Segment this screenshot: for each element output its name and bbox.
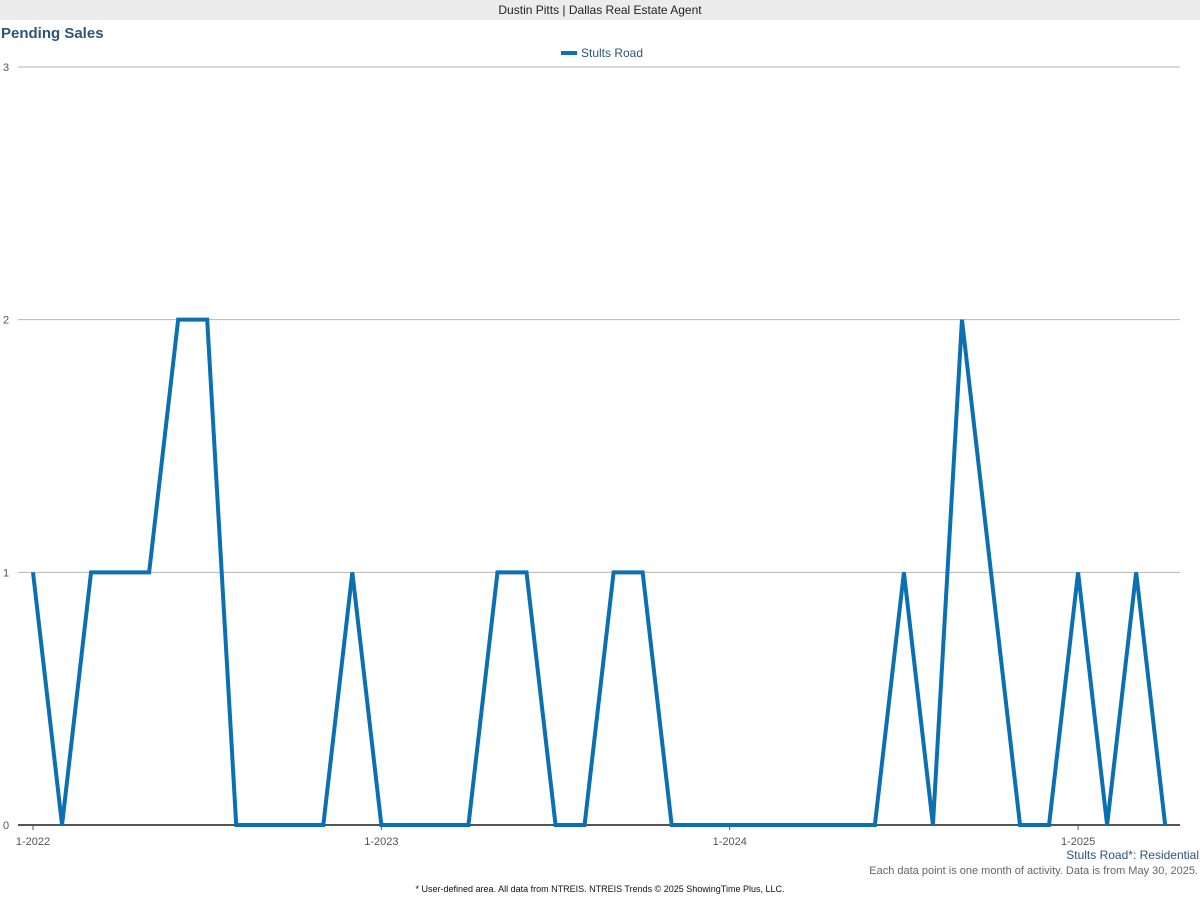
x-tick-label: 1-2022	[16, 836, 50, 848]
data-point	[641, 570, 645, 574]
x-tick-label: 1-2023	[364, 836, 398, 848]
source-note: * User-defined area. All data from NTREI…	[415, 884, 785, 894]
data-point	[60, 823, 64, 827]
data-point	[263, 823, 267, 827]
data-point	[408, 823, 412, 827]
y-tick-label: 2	[3, 315, 9, 327]
data-point	[89, 570, 93, 574]
data-point	[466, 823, 470, 827]
data-point	[989, 570, 993, 574]
y-tick-label: 0	[3, 820, 9, 832]
data-point	[379, 823, 383, 827]
y-tick-label: 3	[3, 62, 9, 74]
data-point	[757, 823, 761, 827]
data-point	[931, 823, 935, 827]
y-tick-label: 1	[3, 567, 9, 579]
data-point	[873, 823, 877, 827]
data-point	[1018, 823, 1022, 827]
data-point	[176, 318, 180, 322]
data-point	[495, 570, 499, 574]
line-chart: 0 1 2 3 1-2022 1-2023 1-2024 1-2025	[3, 62, 1180, 848]
data-point	[31, 570, 35, 574]
data-point	[1076, 570, 1080, 574]
data-point	[1105, 823, 1109, 827]
data-point	[437, 823, 441, 827]
data-point	[670, 823, 674, 827]
data-point	[554, 823, 558, 827]
data-point	[1047, 823, 1051, 827]
data-point	[1134, 570, 1138, 574]
data-point	[728, 823, 732, 827]
data-point	[292, 823, 296, 827]
data-point	[844, 823, 848, 827]
data-point	[815, 823, 819, 827]
data-point	[699, 823, 703, 827]
data-point	[525, 570, 529, 574]
x-tick-label: 1-2025	[1061, 836, 1095, 848]
data-point	[147, 570, 151, 574]
data-point	[350, 570, 354, 574]
data-point	[786, 823, 790, 827]
data-point	[118, 570, 122, 574]
data-point	[902, 570, 906, 574]
data-point	[234, 823, 238, 827]
data-point	[1163, 823, 1167, 827]
data-point	[960, 318, 964, 322]
data-point	[321, 823, 325, 827]
data-point	[583, 823, 587, 827]
data-note: Each data point is one month of activity…	[869, 865, 1198, 877]
x-tick-label: 1-2024	[713, 836, 747, 848]
series-footnote: Stults Road*: Residential	[1066, 848, 1199, 862]
data-point	[205, 318, 209, 322]
data-point	[612, 570, 616, 574]
